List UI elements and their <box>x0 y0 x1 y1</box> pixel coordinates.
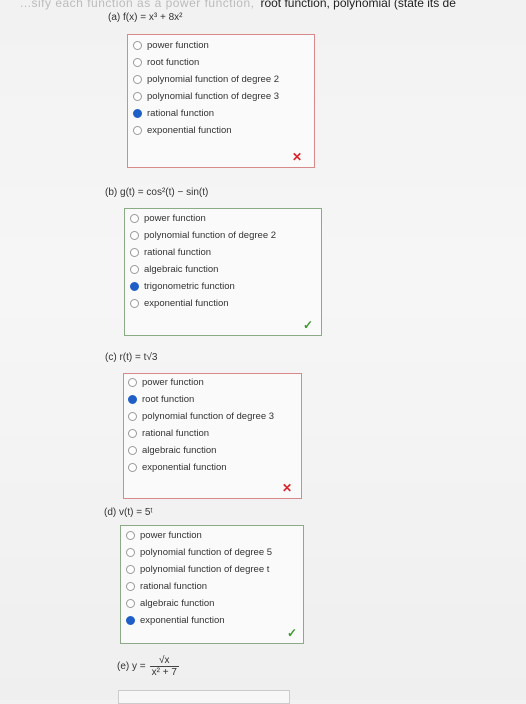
incorrect-x-icon: ✕ <box>282 481 293 495</box>
radio-button[interactable] <box>133 41 142 50</box>
instructions-blurred: ...sify each function as a power functio… <box>20 0 255 10</box>
question-a-expression: f(x) = x³ + 8x² <box>123 12 183 23</box>
incorrect-x-icon: ✕ <box>292 150 303 164</box>
radio-button[interactable] <box>126 599 135 608</box>
question-a: (a) f(x) = x³ + 8x² <box>108 12 182 23</box>
question-c-label: (c) <box>105 352 117 363</box>
instructions-header: ...sify each function as a power functio… <box>0 0 526 10</box>
question-c-option[interactable]: rational function <box>128 425 274 442</box>
question-c: (c) r(t) = t√3 <box>105 352 157 363</box>
question-d: (d) v(t) = 5ᵗ <box>104 507 153 518</box>
correct-check-icon: ✓ <box>303 318 314 332</box>
radio-button[interactable] <box>126 531 135 540</box>
radio-button[interactable] <box>130 248 139 257</box>
question-a-option[interactable]: power function <box>133 37 279 54</box>
question-a-option[interactable]: root function <box>133 54 279 71</box>
radio-button[interactable] <box>128 463 137 472</box>
question-b-option[interactable]: polynomial function of degree 2 <box>130 227 276 244</box>
question-a-option[interactable]: polynomial function of degree 3 <box>133 88 279 105</box>
question-c-option[interactable]: power function <box>128 374 274 391</box>
radio-button[interactable] <box>126 548 135 557</box>
question-e-options <box>118 690 290 704</box>
question-e-prefix: y = <box>132 661 146 673</box>
radio-button[interactable] <box>130 231 139 240</box>
question-b: (b) g(t) = cos²(t) − sin(t) <box>105 187 208 198</box>
fraction-denominator: x² + 7 <box>151 667 177 678</box>
question-d-option[interactable]: rational function <box>126 578 272 595</box>
question-d-option[interactable]: algebraic function <box>126 595 272 612</box>
question-b-option[interactable]: trigonometric function <box>130 278 276 295</box>
question-c-option[interactable]: root function <box>128 391 274 408</box>
question-a-option[interactable]: exponential function <box>133 122 279 139</box>
question-c-option-list: power function root function polynomial … <box>128 374 274 476</box>
question-d-label: (d) <box>104 507 117 518</box>
question-d-option-list: power function polynomial function of de… <box>126 527 272 629</box>
question-d-option[interactable]: power function <box>126 527 272 544</box>
correct-check-icon: ✓ <box>287 626 298 640</box>
question-b-option[interactable]: power function <box>130 210 276 227</box>
radio-button[interactable] <box>133 75 142 84</box>
question-d-expression: v(t) = 5ᵗ <box>119 507 153 518</box>
fraction: √x x² + 7 <box>149 655 179 678</box>
radio-button[interactable] <box>130 265 139 274</box>
question-b-option[interactable]: rational function <box>130 244 276 261</box>
question-page: ...sify each function as a power functio… <box>0 0 526 704</box>
radio-button[interactable] <box>126 565 135 574</box>
fraction-numerator: √x <box>149 655 179 667</box>
radio-button[interactable] <box>130 299 139 308</box>
radio-button-selected[interactable] <box>133 109 142 118</box>
instructions-text: root function, polynomial (state its de <box>260 0 456 10</box>
radio-button-selected[interactable] <box>128 395 137 404</box>
radio-button[interactable] <box>128 429 137 438</box>
question-a-option-list: power function root function polynomial … <box>133 37 279 139</box>
radio-button[interactable] <box>133 92 142 101</box>
radio-button[interactable] <box>128 378 137 387</box>
question-a-option[interactable]: polynomial function of degree 2 <box>133 71 279 88</box>
radio-button[interactable] <box>130 214 139 223</box>
radio-button-selected[interactable] <box>130 282 139 291</box>
question-b-label: (b) <box>105 187 118 198</box>
question-e: (e) y = √x x² + 7 <box>117 655 179 678</box>
question-c-expression: r(t) = t√3 <box>119 352 158 363</box>
question-c-option[interactable]: algebraic function <box>128 442 274 459</box>
question-b-option-list: power function polynomial function of de… <box>130 210 276 312</box>
question-d-option[interactable]: polynomial function of degree t <box>126 561 272 578</box>
radio-button[interactable] <box>133 126 142 135</box>
question-c-option[interactable]: polynomial function of degree 3 <box>128 408 274 425</box>
radio-button[interactable] <box>128 446 137 455</box>
question-c-option[interactable]: exponential function <box>128 459 274 476</box>
question-e-label: (e) <box>117 661 130 673</box>
question-d-option[interactable]: exponential function <box>126 612 272 629</box>
radio-button[interactable] <box>128 412 137 421</box>
question-b-option[interactable]: exponential function <box>130 295 276 312</box>
question-b-expression: g(t) = cos²(t) − sin(t) <box>120 187 209 198</box>
question-d-option[interactable]: polynomial function of degree 5 <box>126 544 272 561</box>
question-a-label: (a) <box>108 12 121 23</box>
radio-button[interactable] <box>133 58 142 67</box>
radio-button-selected[interactable] <box>126 616 135 625</box>
question-b-option[interactable]: algebraic function <box>130 261 276 278</box>
radio-button[interactable] <box>126 582 135 591</box>
question-a-option[interactable]: rational function <box>133 105 279 122</box>
